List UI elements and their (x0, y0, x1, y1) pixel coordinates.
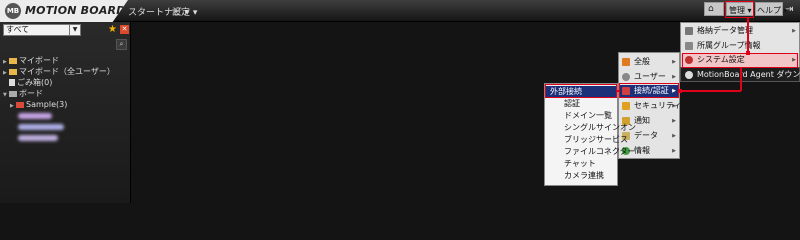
annotation-highlight-external-connection (545, 84, 617, 98)
annotation-arrowhead (678, 89, 682, 93)
annotation-highlight-connection-auth (619, 83, 679, 98)
folder-icon (16, 101, 24, 108)
menu-settings[interactable]: 設定 ▾ (172, 5, 197, 18)
favorite-star-icon[interactable]: ★ (108, 24, 117, 35)
submenu-arrow-icon: ▶ (672, 118, 676, 124)
trash-icon (9, 79, 15, 86)
menu-item-chat[interactable]: チャット (545, 158, 596, 170)
submenu-arrow-icon: ▶ (792, 28, 796, 34)
annotation-arrow (740, 67, 742, 91)
home-icon (622, 58, 630, 66)
annotation-arrowhead (746, 51, 750, 55)
close-icon[interactable]: ✕ (120, 25, 129, 34)
annotation-arrow (679, 90, 741, 92)
board-explorer: すべて ▼ ★ ✕ ⌕ ▶ マイボード ▶ マイボード（全ユーザー） ごみ箱(0) … (0, 22, 131, 203)
search-icon[interactable]: ⌕ (116, 39, 127, 50)
user-icon (622, 73, 630, 81)
menu-item-bridge-service[interactable]: ブリッジサービス (545, 134, 628, 146)
chevron-down-icon[interactable]: ▼ (69, 25, 80, 35)
app-logo[interactable]: MB MOTION BOARD (0, 0, 128, 22)
top-bar: MB MOTION BOARD スタートナビ ▾ 設定 ▾ ⌂ 管理 ▾ ヘルプ… (0, 0, 800, 22)
shield-icon (622, 102, 630, 110)
submenu-arrow-icon: ▶ (672, 148, 676, 154)
annotation-highlight-admin (725, 1, 754, 18)
folder-icon (9, 57, 17, 64)
board-filter-value: すべて (6, 25, 30, 34)
tree-item-myboard-all[interactable]: ▶ マイボード（全ユーザー） (3, 67, 115, 78)
board-icon (9, 90, 17, 97)
annotation-highlight-system-settings (682, 53, 798, 68)
connection-auth-submenu: 外部接続 認証 ドメイン一覧 シングルサインオン ブリッジサービス ファイルコネ… (544, 83, 636, 186)
database-icon (685, 27, 693, 35)
annotation-arrow (616, 90, 620, 92)
redacted-item (18, 135, 58, 141)
annotation-arrow (747, 17, 749, 54)
redacted-item (18, 113, 52, 119)
board-filter-select[interactable]: すべて ▼ (3, 24, 81, 36)
home-icon: ⌂ (708, 4, 714, 14)
tree-item-myboard[interactable]: ▶ マイボード (3, 56, 59, 67)
menu-item-general[interactable]: 全般 ▶ (619, 56, 679, 68)
download-icon (685, 71, 693, 79)
menu-item-storage[interactable]: 格納データ管理 ▶ (681, 25, 799, 37)
submenu-arrow-icon: ▶ (672, 133, 676, 139)
folder-icon (9, 68, 17, 75)
redacted-item (18, 124, 64, 130)
menu-item-user[interactable]: ユーザー ▶ (619, 71, 679, 83)
group-icon (685, 42, 693, 50)
submenu-arrow-icon: ▶ (672, 103, 676, 109)
submenu-arrow-icon: ▶ (672, 59, 676, 65)
menu-item-single-sign-on[interactable]: シングルサインオン (545, 122, 636, 134)
logo-badge: MB (5, 3, 21, 19)
submenu-arrow-icon: ▶ (672, 74, 676, 80)
tree-item-trash[interactable]: ごみ箱(0) (3, 78, 52, 88)
logout-icon[interactable]: ⇥ (785, 3, 797, 16)
menu-item-security[interactable]: セキュリティ ▶ (619, 100, 682, 112)
tree-item-board[interactable]: ▼ ボード (3, 89, 43, 100)
menu-item-authentication[interactable]: 認証 (545, 98, 580, 110)
menu-item-camera-integration[interactable]: カメラ連携 (545, 170, 604, 182)
tree-item-sample[interactable]: ▶ Sample(3) (10, 100, 67, 111)
help-menu-label: ヘルプ ▾ (757, 6, 788, 15)
menu-item-domain-list[interactable]: ドメイン一覧 (545, 110, 612, 122)
logo-text: MOTION BOARD (25, 4, 126, 17)
menu-item-group-info[interactable]: 所属グループ情報 (681, 40, 799, 52)
menu-item-file-connector[interactable]: ファイルコネクター (545, 146, 636, 158)
